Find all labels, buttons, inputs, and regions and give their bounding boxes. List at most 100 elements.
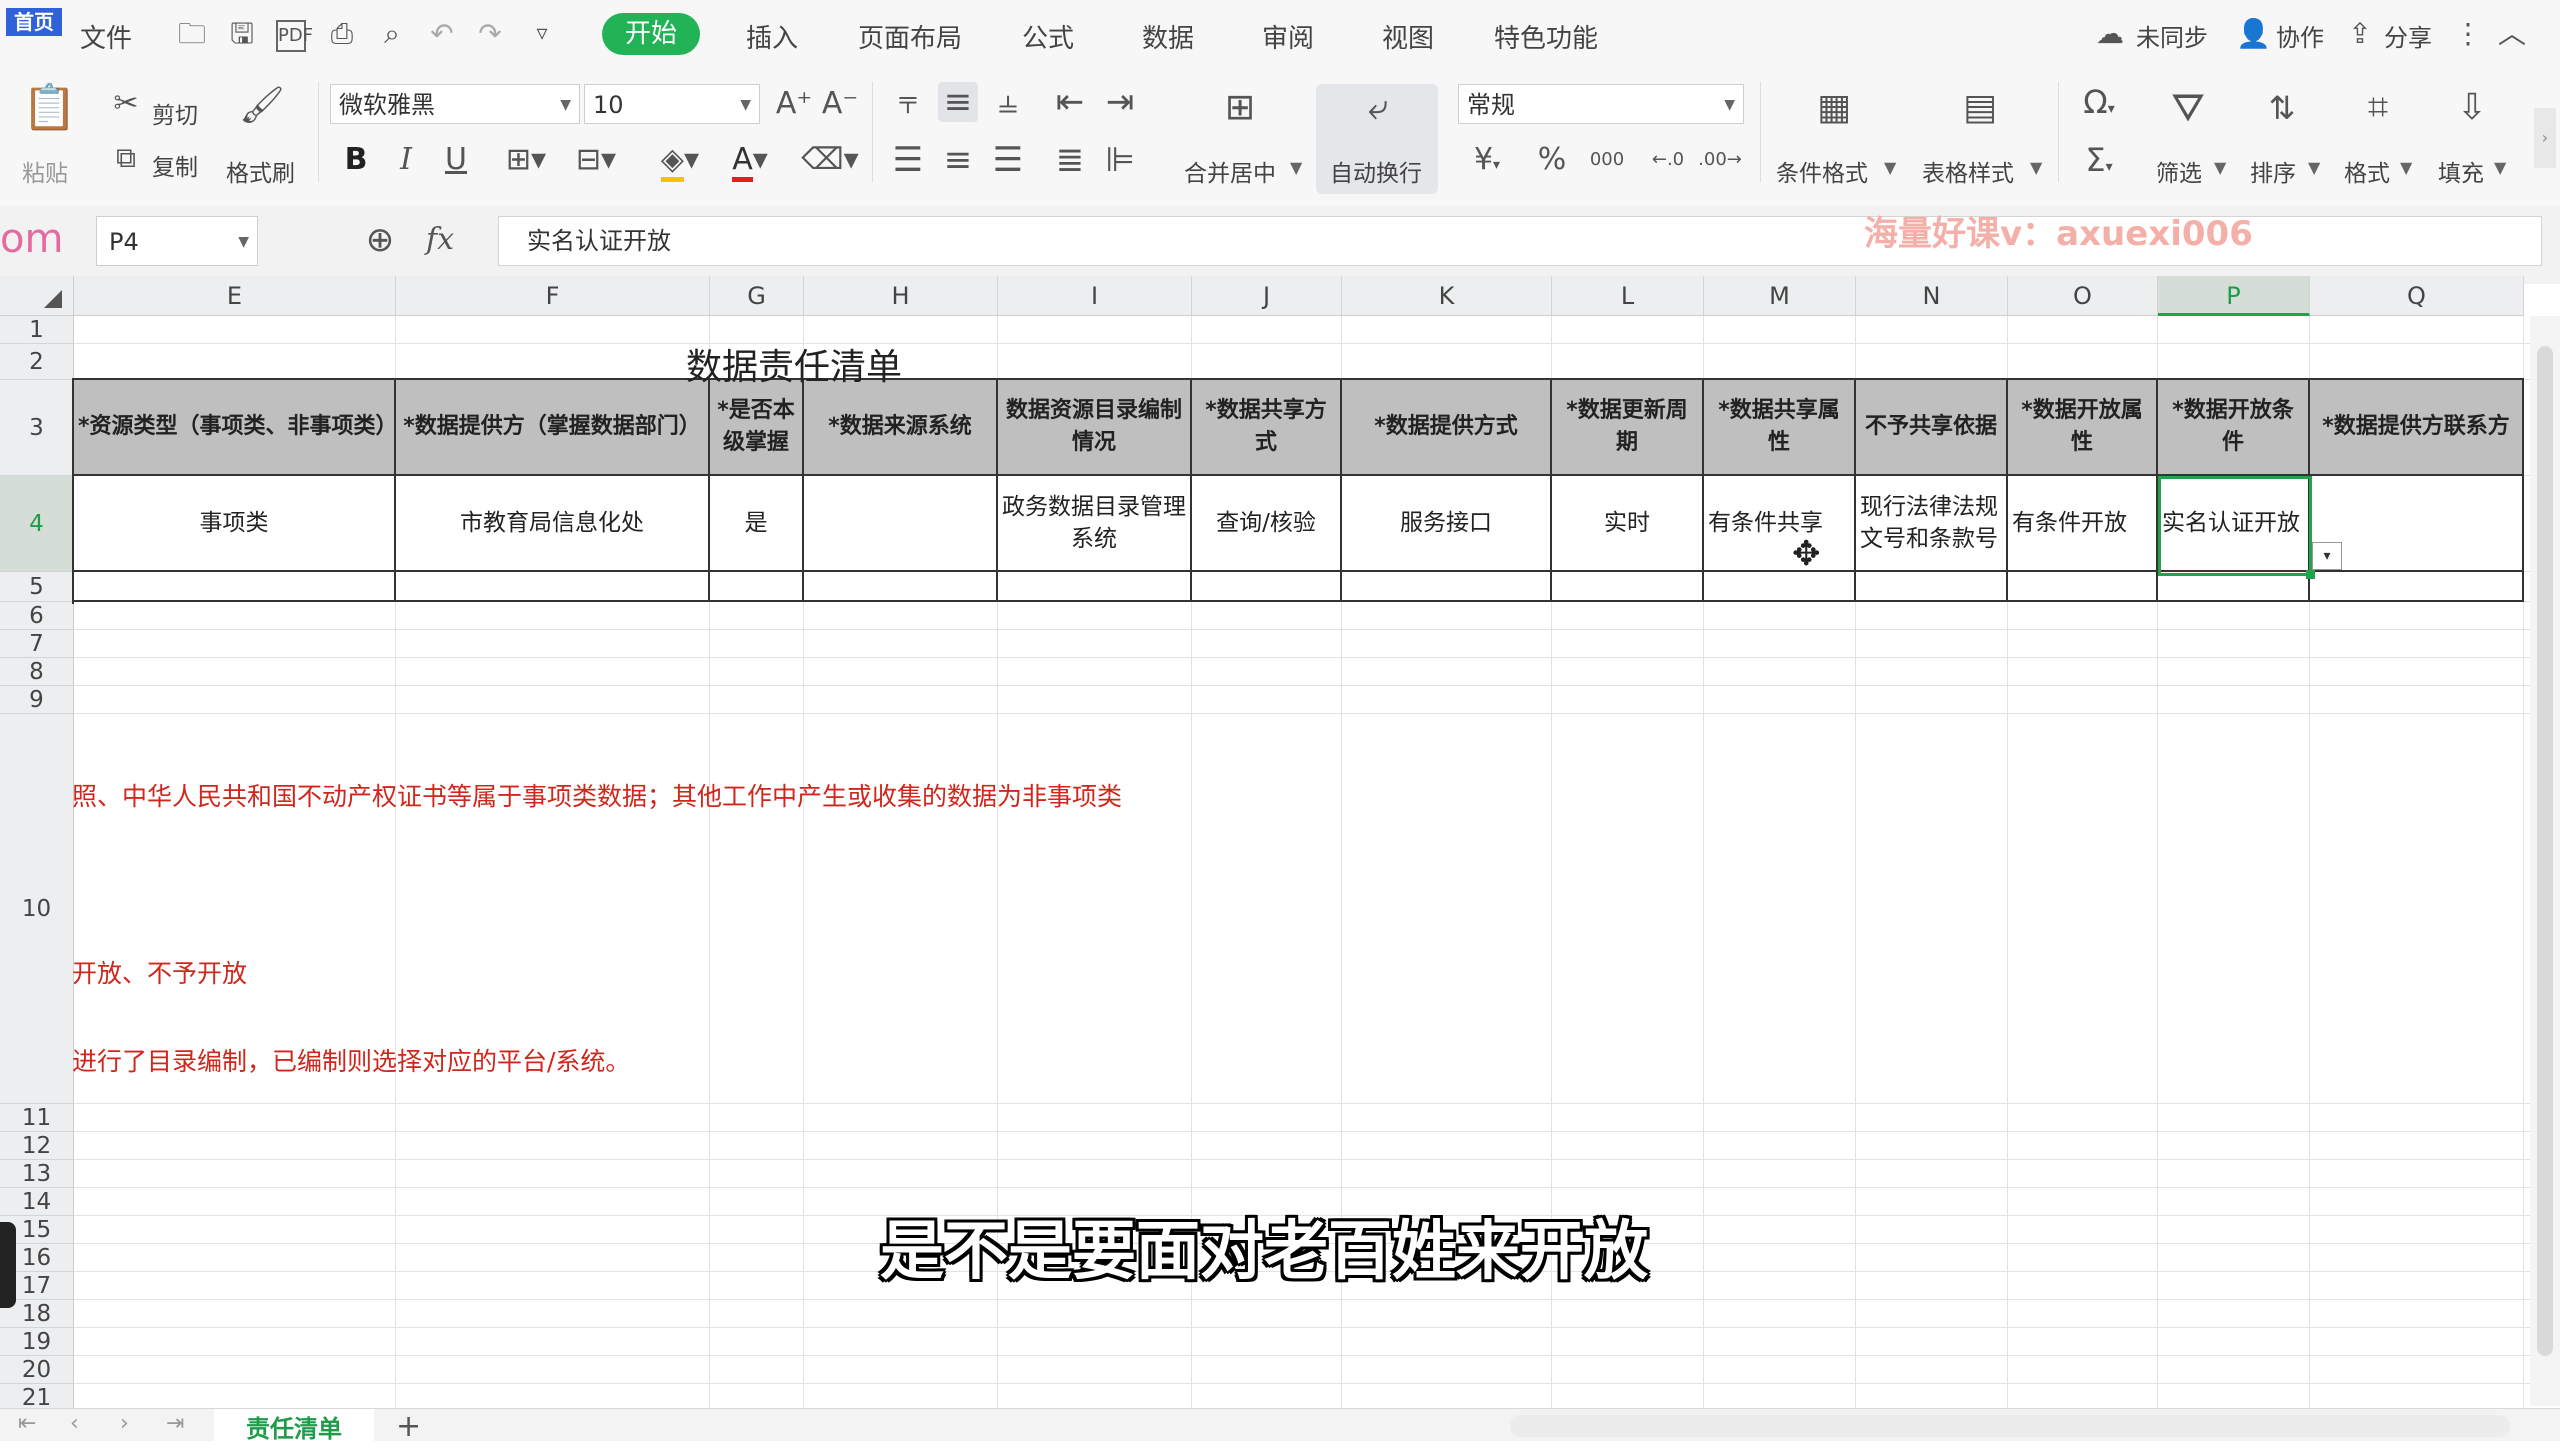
- filter-dropdown-icon[interactable]: ▼: [2214, 158, 2226, 177]
- app-logo[interactable]: 首页: [6, 8, 62, 36]
- name-box[interactable]: P4 ▼: [96, 216, 258, 266]
- column-header[interactable]: F: [396, 276, 710, 316]
- select-all-triangle-icon[interactable]: [44, 290, 62, 308]
- last-sheet-icon[interactable]: ⇥: [166, 1411, 184, 1436]
- print-icon[interactable]: ⎙: [326, 18, 358, 50]
- currency-button[interactable]: ¥▾: [1462, 140, 1512, 180]
- vertical-scroll-thumb[interactable]: [2537, 346, 2553, 1356]
- pdf-export-icon[interactable]: PDF: [276, 20, 313, 52]
- row-header[interactable]: 12: [0, 1132, 74, 1160]
- cut-button[interactable]: 剪切: [152, 96, 198, 130]
- font-size-select[interactable]: 10 ▼: [584, 84, 760, 124]
- table-header-cell[interactable]: 不予共享依据: [1856, 380, 2008, 476]
- autosum-icon[interactable]: Σ▾: [2074, 140, 2124, 180]
- table-data-cell[interactable]: 有条件开放: [2008, 476, 2158, 572]
- column-header[interactable]: J: [1192, 276, 1342, 316]
- next-sheet-icon[interactable]: ›: [120, 1411, 129, 1436]
- table-data-cell[interactable]: 现行法律法规文号和条款号: [1856, 476, 2008, 572]
- column-header[interactable]: P: [2158, 276, 2310, 316]
- decrease-font-icon[interactable]: A⁻: [820, 84, 860, 124]
- table-data-cell[interactable]: 是: [710, 476, 804, 572]
- copy-icon[interactable]: ⧉: [108, 138, 144, 178]
- share-button[interactable]: 分享: [2384, 18, 2432, 53]
- table-header-cell[interactable]: *数据提供方（掌握数据部门）: [396, 380, 710, 476]
- align-center-icon[interactable]: ≡: [938, 140, 978, 180]
- fill-color-icon[interactable]: ◈▾: [650, 140, 710, 182]
- format-button[interactable]: 格式: [2344, 154, 2390, 188]
- horizontal-scrollbar[interactable]: [1510, 1415, 2510, 1437]
- sort-button[interactable]: 排序: [2250, 154, 2296, 188]
- table-data-cell[interactable]: 政务数据目录管理系统: [998, 476, 1192, 572]
- table-data-cell[interactable]: 市教育局信息化处: [396, 476, 710, 572]
- cut-icon[interactable]: ✂: [108, 84, 144, 124]
- table-empty-cell[interactable]: [1856, 572, 2008, 602]
- table-header-cell[interactable]: *资源类型（事项类、非事项类）: [74, 380, 398, 476]
- file-menu[interactable]: 文件: [80, 18, 132, 55]
- tab-formulas[interactable]: 公式: [1022, 18, 1074, 55]
- row-header[interactable]: 14: [0, 1188, 74, 1216]
- column-header[interactable]: E: [74, 276, 396, 316]
- table-style-dropdown-icon[interactable]: ▼: [2030, 158, 2042, 177]
- tab-special[interactable]: 特色功能: [1494, 18, 1598, 55]
- table-empty-cell[interactable]: [998, 572, 1192, 602]
- row-header[interactable]: 10: [0, 714, 74, 1104]
- column-header[interactable]: I: [998, 276, 1192, 316]
- thousands-separator-button[interactable]: 000: [1582, 140, 1632, 180]
- vertical-scrollbar[interactable]: [2530, 316, 2560, 1406]
- align-right-icon[interactable]: ☰: [988, 140, 1028, 180]
- tab-insert[interactable]: 插入: [746, 18, 798, 55]
- first-sheet-icon[interactable]: ⇤: [18, 1411, 36, 1436]
- column-header[interactable]: N: [1856, 276, 2008, 316]
- tab-review[interactable]: 审阅: [1262, 18, 1314, 55]
- paste-button[interactable]: 粘贴: [22, 154, 68, 188]
- collab-button[interactable]: 协作: [2276, 18, 2324, 53]
- insert-function-button[interactable]: fx: [418, 220, 462, 264]
- table-empty-cell[interactable]: [1552, 572, 1704, 602]
- column-header[interactable]: H: [804, 276, 998, 316]
- undo-icon[interactable]: ↶: [426, 18, 458, 50]
- table-data-cell[interactable]: [804, 476, 998, 572]
- open-folder-icon[interactable]: 🗀: [176, 18, 208, 50]
- table-empty-cell[interactable]: [2008, 572, 2158, 602]
- row-header[interactable]: 2: [0, 344, 74, 380]
- collab-icon[interactable]: 👤: [2236, 18, 2271, 50]
- row-header[interactable]: 1: [0, 316, 74, 344]
- table-style-icon[interactable]: ▤: [1954, 88, 2006, 136]
- quick-access-dropdown-icon[interactable]: ▿: [526, 18, 558, 50]
- column-header[interactable]: M: [1704, 276, 1856, 316]
- table-empty-cell[interactable]: [2310, 572, 2524, 602]
- column-header[interactable]: L: [1552, 276, 1704, 316]
- table-header-cell[interactable]: *数据提供方式: [1342, 380, 1552, 476]
- align-left-icon[interactable]: ☰: [888, 140, 928, 180]
- table-data-cell[interactable]: 有条件共享: [1704, 476, 1856, 572]
- table-header-cell[interactable]: *数据共享属性: [1704, 380, 1856, 476]
- increase-indent-icon[interactable]: ⇥: [1100, 82, 1140, 122]
- print-preview-icon[interactable]: ⌕: [376, 18, 408, 50]
- add-sheet-button[interactable]: +: [396, 1409, 421, 1444]
- fill-button[interactable]: 填充: [2438, 154, 2484, 188]
- row-header[interactable]: 11: [0, 1104, 74, 1132]
- merge-center-dropdown-icon[interactable]: ▼: [1290, 158, 1302, 177]
- fill-dropdown-icon[interactable]: ▼: [2494, 158, 2506, 177]
- row-header[interactable]: 8: [0, 658, 74, 686]
- row-header[interactable]: 7: [0, 630, 74, 658]
- paste-icon[interactable]: 📋: [22, 86, 77, 136]
- table-data-cell[interactable]: 事项类: [74, 476, 396, 572]
- conditional-format-dropdown-icon[interactable]: ▼: [1884, 158, 1896, 177]
- bold-button[interactable]: B: [336, 140, 376, 180]
- table-data-cell[interactable]: 服务接口: [1342, 476, 1552, 572]
- table-header-cell[interactable]: *数据提供方联系方: [2310, 380, 2524, 476]
- row-header[interactable]: 5: [0, 572, 74, 602]
- table-empty-cell[interactable]: [2158, 572, 2310, 602]
- sort-dropdown-icon[interactable]: ▼: [2308, 158, 2320, 177]
- cell-selection[interactable]: [2158, 476, 2312, 576]
- table-empty-cell[interactable]: [710, 572, 804, 602]
- table-data-cell[interactable]: 实时: [1552, 476, 1704, 572]
- zoom-formula-icon[interactable]: ⊕: [358, 220, 402, 264]
- prev-sheet-icon[interactable]: ‹: [70, 1411, 79, 1436]
- filter-button[interactable]: 筛选: [2156, 154, 2202, 188]
- table-empty-cell[interactable]: [804, 572, 998, 602]
- cloud-sync-icon[interactable]: ☁: [2094, 18, 2126, 50]
- clear-format-icon[interactable]: ⌫▾: [800, 140, 860, 180]
- table-empty-cell[interactable]: [74, 572, 396, 602]
